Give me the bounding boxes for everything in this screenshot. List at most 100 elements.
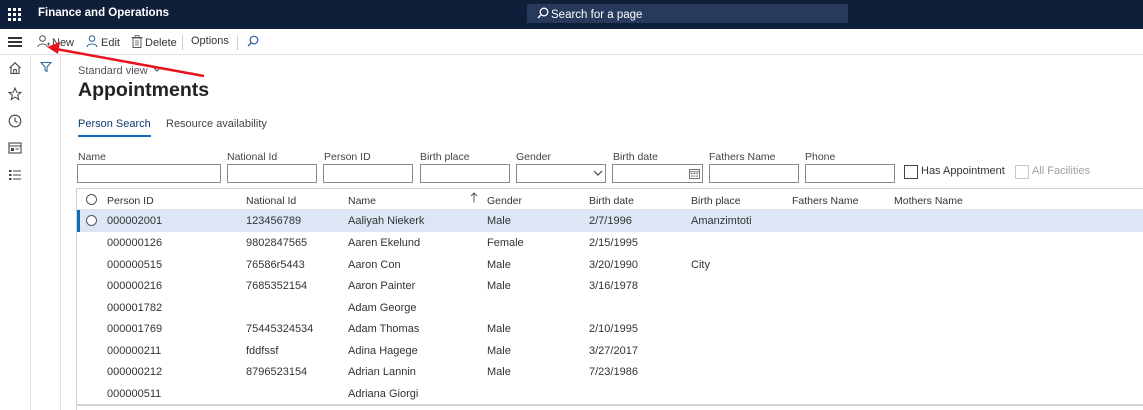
table-row[interactable]: 000000211 fddfssf Adina Hagege Male 3/27…	[77, 340, 1143, 362]
birth-date-filter-label: Birth date	[613, 151, 658, 163]
person-id-filter-input[interactable]	[323, 164, 413, 183]
birth-date-filter-input[interactable]	[612, 164, 703, 183]
column-header-birth-place[interactable]: Birth place	[691, 195, 741, 207]
home-icon[interactable]	[8, 61, 22, 78]
name-filter-input[interactable]	[77, 164, 221, 183]
birth-place-filter-label: Birth place	[420, 151, 470, 163]
modules-list-icon[interactable]	[8, 168, 22, 185]
fathers-name-filter-input[interactable]	[709, 164, 799, 183]
cell-gender: Male	[487, 258, 511, 271]
options-menu[interactable]: Options	[191, 35, 229, 47]
cell-birth-place: City	[691, 258, 710, 271]
cell-national-id: 75445324534	[246, 323, 314, 335]
cell-national-id: 8796523154	[246, 366, 308, 378]
delete-button[interactable]: Delete	[131, 35, 177, 49]
column-header-national-id[interactable]: National Id	[246, 195, 296, 207]
column-header-fathers-name[interactable]: Fathers Name	[792, 195, 859, 207]
cell-name: Aaliyah Niekerk	[348, 215, 425, 227]
cell-name: Aaron Con	[348, 258, 401, 271]
cell-birth-date: 2/7/1996	[589, 215, 632, 227]
new-button-label: New	[52, 37, 75, 49]
cell-person-id: 000000211	[107, 344, 162, 357]
cell-name: Aaron Painter	[348, 280, 416, 292]
cell-gender: Male	[487, 215, 511, 227]
tab-resource-availability[interactable]: Resource availability	[166, 118, 267, 135]
column-header-gender[interactable]: Gender	[487, 195, 522, 207]
cell-national-id: 76586r5443	[246, 258, 305, 271]
global-search-box[interactable]: Search for a page	[527, 4, 848, 23]
cell-name: Adriana Giorgi	[348, 387, 419, 400]
cell-birth-date: 2/10/1995	[589, 323, 638, 335]
cell-person-id: 000000515	[107, 258, 163, 271]
table-row[interactable]: 000000511 Adriana Giorgi	[77, 383, 1143, 405]
table-row[interactable]: 000001769 75445324534 Adam Thomas Male 2…	[77, 318, 1143, 340]
grid-header-row: Person ID National Id Name Gender Birth …	[77, 189, 1143, 210]
cell-gender: Male	[487, 366, 511, 378]
national-id-filter-label: National Id	[227, 151, 278, 163]
column-header-birth-date[interactable]: Birth date	[589, 195, 634, 207]
edit-button-label: Edit	[101, 37, 120, 49]
cell-name: Aaren Ekelund	[348, 237, 421, 249]
table-row[interactable]: 000002001 123456789 Aaliyah Niekerk Male…	[77, 210, 1143, 232]
grid-bottom-border	[76, 404, 1143, 406]
cell-national-id: 7685352154	[246, 280, 308, 292]
cell-person-id: 000000212	[107, 366, 163, 378]
cell-birth-date: 3/20/1990	[589, 258, 638, 271]
view-selector[interactable]: Standard view	[78, 65, 161, 77]
birth-place-filter-input[interactable]	[420, 164, 510, 183]
all-facilities-checkbox	[1015, 165, 1029, 179]
page-title: Appointments	[78, 79, 210, 101]
cell-person-id: 000001769	[107, 323, 163, 335]
workspaces-icon[interactable]	[8, 141, 22, 158]
national-id-filter-input[interactable]	[227, 164, 317, 183]
app-launcher-icon[interactable]	[8, 8, 21, 21]
chevron-down-icon	[153, 67, 161, 72]
all-facilities-label: All Facilities	[1032, 165, 1091, 177]
cell-gender: Female	[487, 237, 524, 249]
hamburger-menu-icon[interactable]	[8, 37, 22, 47]
trash-icon	[131, 35, 143, 48]
gender-filter-dropdown[interactable]	[516, 164, 606, 183]
cell-gender: Male	[487, 344, 511, 357]
cell-gender: Male	[487, 323, 511, 335]
column-header-mothers-name[interactable]: Mothers Name	[894, 195, 963, 207]
has-appointment-label: Has Appointment	[921, 165, 1005, 177]
table-row[interactable]: 000000212 8796523154 Adrian Lannin Male …	[77, 361, 1143, 383]
cell-birth-place: Amanzimtoti	[691, 215, 752, 227]
select-all-radio[interactable]	[86, 194, 97, 205]
action-divider	[182, 35, 183, 50]
has-appointment-checkbox[interactable]	[904, 165, 918, 179]
action-search-button[interactable]	[247, 35, 261, 48]
cell-person-id: 000000126	[107, 237, 163, 249]
cell-gender: Male	[487, 280, 511, 292]
tab-person-search[interactable]: Person Search	[78, 118, 151, 137]
cell-name: Adam Thomas	[348, 323, 420, 335]
favorites-star-icon[interactable]	[7, 86, 23, 104]
table-row[interactable]: 000000515 76586r5443 Aaron Con Male 3/20…	[77, 254, 1143, 276]
top-bar: Finance and Operations Search for a page	[0, 0, 1143, 29]
table-row[interactable]: 000001782 Adam George	[77, 297, 1143, 319]
cell-person-id: 000000511	[107, 387, 162, 400]
column-header-name[interactable]: Name	[348, 195, 376, 207]
table-row[interactable]: 000000126 9802847565 Aaren Ekelund Femal…	[77, 232, 1143, 254]
edit-person-icon	[86, 35, 98, 48]
recent-clock-icon[interactable]	[8, 114, 22, 131]
action-divider	[237, 35, 238, 50]
name-filter-label: Name	[78, 151, 107, 163]
row-select-radio[interactable]	[86, 215, 97, 226]
fathers-name-filter-label: Fathers Name	[709, 151, 776, 163]
cell-name: Adrian Lannin	[348, 366, 416, 378]
edit-button[interactable]: Edit	[86, 35, 120, 49]
person-id-filter-label: Person ID	[324, 151, 371, 163]
search-placeholder: Search for a page	[551, 9, 643, 21]
app-title: Finance and Operations	[38, 7, 169, 19]
cell-birth-date: 7/23/1986	[589, 366, 638, 378]
new-button[interactable]: New	[37, 35, 74, 49]
search-icon	[537, 7, 549, 22]
cell-person-id: 000000216	[107, 280, 163, 292]
cell-person-id: 000001782	[107, 301, 163, 314]
table-row[interactable]: 000000216 7685352154 Aaron Painter Male …	[77, 275, 1143, 297]
filter-icon[interactable]	[39, 61, 53, 76]
phone-filter-input[interactable]	[805, 164, 895, 183]
column-header-person-id[interactable]: Person ID	[107, 195, 154, 207]
